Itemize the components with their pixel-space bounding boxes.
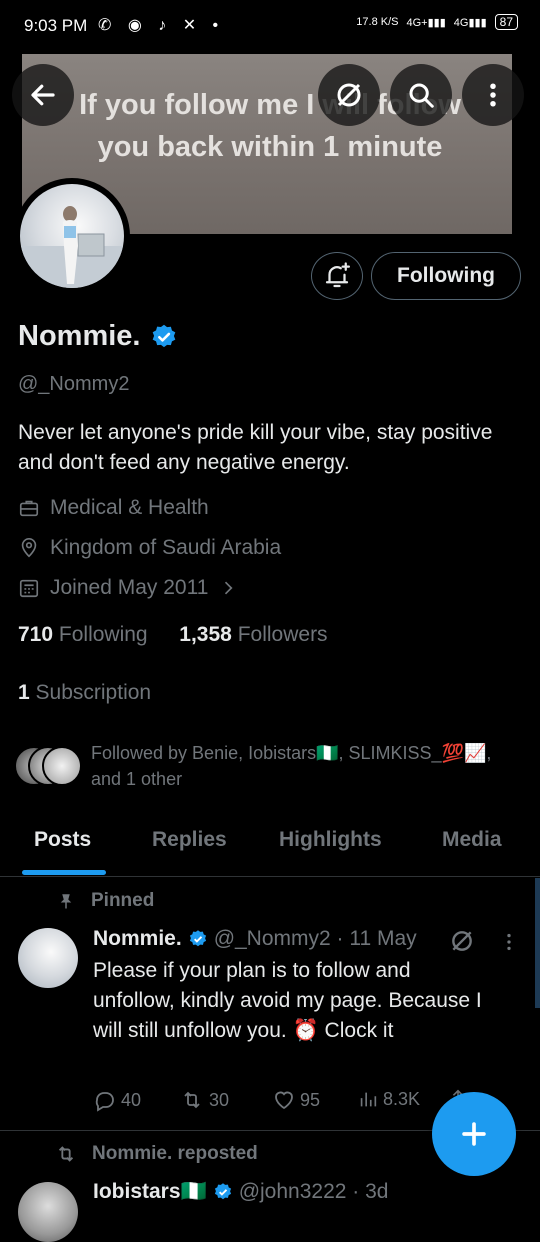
avatar-figure-icon: [20, 206, 124, 288]
profile-handle: @_Nommy2: [18, 373, 130, 395]
followers-count: 1,358: [179, 623, 232, 646]
grok-icon: [337, 83, 361, 107]
tab-posts[interactable]: Posts: [34, 828, 91, 852]
compose-post-button[interactable]: [432, 1092, 516, 1176]
post-header: Nommie. @_Nommy2 · 11 May: [93, 927, 417, 951]
back-button[interactable]: [12, 64, 74, 126]
post-author-name[interactable]: Iobistars🇳🇬: [93, 1180, 207, 1204]
post-text: Please if your plan is to follow and unf…: [93, 959, 482, 1042]
status-time: 9:03 PM: [24, 16, 88, 35]
pinned-indicator: Pinned: [57, 890, 154, 912]
views-button[interactable]: 8.3K: [357, 1088, 420, 1110]
subscription-label: Subscription: [35, 681, 152, 704]
following-label: Following: [58, 623, 148, 646]
more-options-button[interactable]: [462, 64, 524, 126]
tab-highlights[interactable]: Highlights: [279, 828, 382, 852]
follower-avatar: [42, 746, 82, 786]
reply-button[interactable]: 40: [93, 1088, 141, 1112]
reply-count: 40: [121, 1089, 142, 1110]
profile-category: Medical & Health: [18, 496, 209, 520]
notification-bell-button[interactable]: [311, 252, 363, 300]
signal-1-label: 4G+: [406, 16, 428, 29]
like-count: 95: [300, 1089, 321, 1110]
joined-text: Joined May 2011: [50, 576, 209, 599]
scrollbar[interactable]: [535, 878, 540, 1008]
profile-name-row: Nommie.: [18, 320, 178, 353]
repost-icon: [184, 1091, 200, 1109]
pin-icon: [60, 894, 72, 909]
post-avatar[interactable]: [18, 928, 78, 988]
subscription-stat[interactable]: 1 Subscription: [18, 681, 151, 705]
signal-icon-1: 4G+▮▮▮: [406, 16, 446, 29]
avatar-image: [20, 184, 124, 288]
like-button[interactable]: 95: [272, 1088, 320, 1112]
profile-location: Kingdom of Saudi Arabia: [18, 536, 281, 560]
verified-badge-icon: [214, 1183, 231, 1200]
signal-icon-2: 4G▮▮▮: [453, 16, 487, 29]
search-icon: [409, 83, 434, 108]
heart-icon: [275, 1091, 293, 1110]
chevron-right-icon: [225, 581, 233, 595]
battery-icon: 87: [494, 14, 518, 30]
views-count: 8.3K: [383, 1088, 421, 1109]
reply-icon: [95, 1092, 114, 1112]
category-text: Medical & Health: [50, 496, 209, 519]
following-count: 710: [18, 623, 54, 646]
plus-icon: [462, 1122, 486, 1146]
following-button[interactable]: Following: [371, 252, 521, 300]
location-pin-icon: [21, 538, 37, 558]
status-bar: 9:03 PM ✆ ◉ ♪ ✕ • 17.8 K/S 4G+▮▮▮ 4G▮▮▮ …: [0, 0, 540, 54]
repost-icon: [58, 1146, 74, 1162]
active-tab-indicator: [22, 870, 106, 875]
calendar-icon: [19, 579, 39, 598]
grok-button[interactable]: [318, 64, 380, 126]
grok-icon[interactable]: [449, 928, 475, 954]
following-stat[interactable]: 710 Following: [18, 623, 148, 646]
follow-stats: 710 Following 1,358 Followers: [18, 623, 328, 647]
post-author-name[interactable]: Nommie.: [93, 927, 182, 951]
net-speed: 17.8 K/S: [356, 16, 399, 28]
post-handle-date: @john3222 · 3d: [238, 1180, 389, 1203]
briefcase-icon: [19, 500, 39, 517]
notification-icons: ✆ ◉ ♪ ✕ •: [98, 17, 225, 34]
repost-indicator: Nommie. reposted: [54, 1143, 258, 1165]
back-arrow-icon: [31, 84, 55, 106]
pinned-label: Pinned: [91, 890, 155, 911]
repost-count: 30: [209, 1089, 230, 1110]
followers-stat[interactable]: 1,358 Followers: [179, 623, 327, 646]
followed-by-text: Followed by Benie, Iobistars🇳🇬, SLIMKISS…: [91, 743, 492, 789]
profile-name: Nommie.: [18, 320, 141, 352]
bell-plus-icon: [325, 262, 350, 288]
profile-avatar[interactable]: [14, 178, 130, 294]
search-button[interactable]: [390, 64, 452, 126]
subscription-count: 1: [18, 681, 30, 704]
repost-label: Nommie. reposted: [92, 1143, 258, 1164]
signal-2-label: 4G: [453, 16, 469, 29]
post-more-icon[interactable]: [498, 930, 520, 954]
location-text: Kingdom of Saudi Arabia: [50, 536, 282, 559]
post-avatar[interactable]: [18, 1182, 78, 1242]
status-right: 17.8 K/S 4G+▮▮▮ 4G▮▮▮ 87: [356, 14, 518, 30]
profile-joined[interactable]: Joined May 2011: [18, 576, 238, 600]
followers-label: Followers: [237, 623, 328, 646]
tab-media[interactable]: Media: [442, 828, 502, 852]
more-vertical-icon: [490, 83, 496, 107]
profile-bio: Never let anyone's pride kill your vibe,…: [18, 421, 493, 474]
repost-button[interactable]: 30: [179, 1088, 229, 1112]
followed-by-avatars: [14, 746, 82, 786]
tab-replies[interactable]: Replies: [152, 828, 227, 852]
verified-badge-icon[interactable]: [150, 323, 178, 351]
post-header: Iobistars🇳🇬 @john3222 · 3d: [93, 1180, 388, 1204]
views-icon: [360, 1092, 377, 1107]
verified-badge-icon: [189, 930, 206, 947]
post-handle-date: @_Nommy2 · 11 May: [213, 927, 417, 950]
profile-tabs: Posts Replies Highlights Media: [0, 820, 540, 877]
